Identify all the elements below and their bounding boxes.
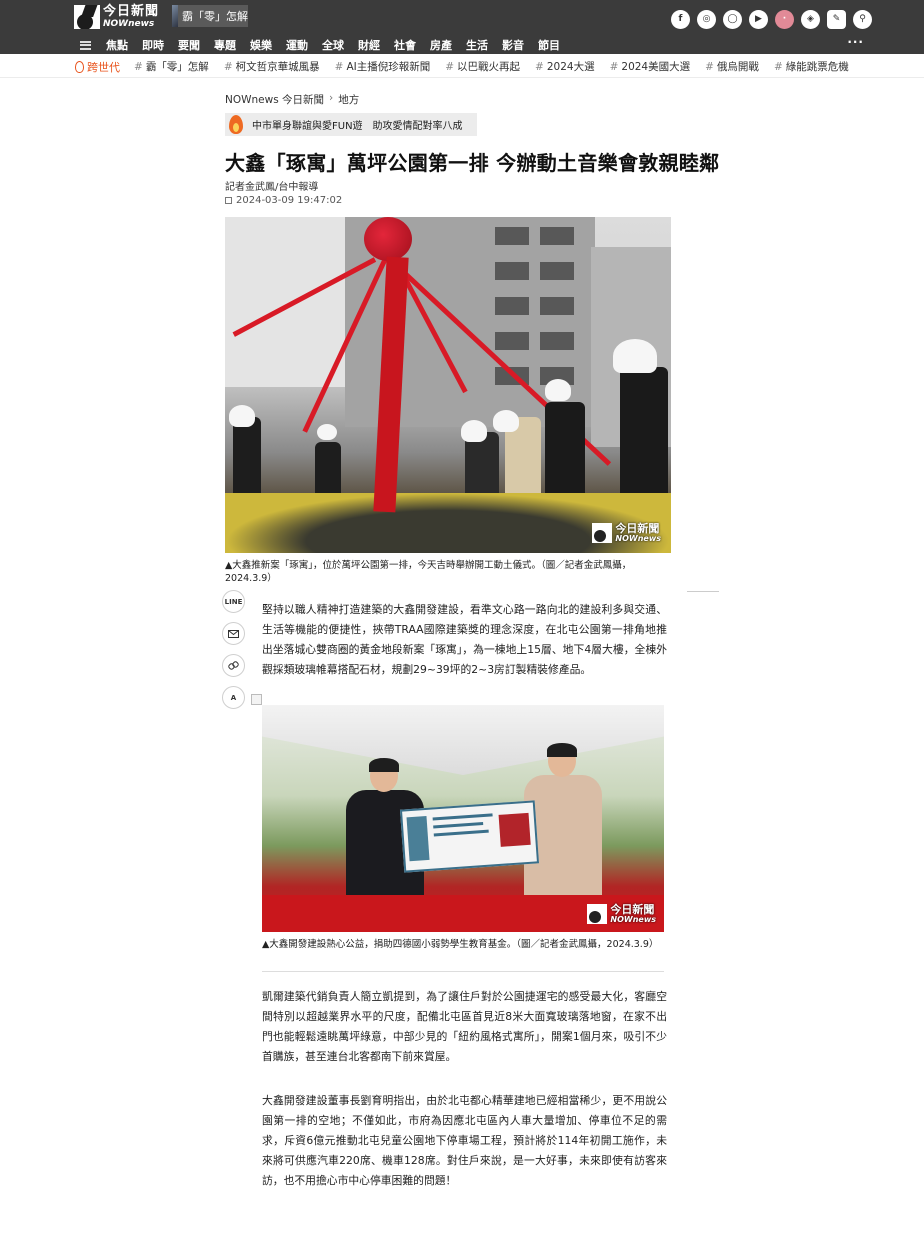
logo-en: NOWnews bbox=[103, 19, 155, 29]
hashtag-bar: 跨世代 # 霸「零」怎解 # 柯文哲京華城風暴 # AI主播倪珍報新聞 # 以巴戰火再起… bbox=[0, 54, 924, 78]
main-nav: 焦點 即時 要聞 專題 娛樂 運動 全球 財經 社會 房產 生活 影音 節目 bbox=[80, 37, 574, 53]
nav-item-latest[interactable]: 即時 bbox=[142, 37, 164, 53]
event-banner-text: 中市單身聯誼與愛FUN遊 助攻愛情配對率八成 bbox=[252, 121, 463, 132]
notes-icon[interactable]: ✎ bbox=[827, 10, 846, 29]
hashtag-item[interactable]: #2024大選 bbox=[535, 59, 595, 74]
tag-brand-label: 跨世代 bbox=[87, 61, 120, 74]
email-share-button[interactable] bbox=[222, 622, 245, 645]
link-icon bbox=[228, 661, 239, 670]
photo1-caption: ▲大鑫推新案「琢寓」，位於萬坪公園第一排，今天吉時舉辦開工動土儀式。（圖／記者金… bbox=[225, 560, 632, 584]
header-promo[interactable]: 霸「零」怎解 bbox=[172, 5, 248, 27]
logo-cn: 今日新聞 bbox=[103, 4, 160, 19]
site-logo[interactable]: 今日新聞 NOWnews bbox=[74, 4, 160, 30]
nav-item-video[interactable]: 影音 bbox=[502, 37, 524, 53]
promo-text: 霸「零」怎解 bbox=[182, 10, 248, 23]
breadcrumb: NOWnews 今日新聞 › 地方 bbox=[225, 92, 359, 107]
copy-link-button[interactable] bbox=[222, 654, 245, 677]
article-headline: 大鑫「琢寓」萬坪公園第一排 今辦動土音樂會敦親睦鄰 bbox=[225, 151, 720, 175]
nav-item-sports[interactable]: 運動 bbox=[286, 37, 308, 53]
expand-icon[interactable] bbox=[251, 694, 262, 705]
nav-item-property[interactable]: 房產 bbox=[430, 37, 452, 53]
mail-icon bbox=[228, 629, 239, 638]
nav-more-button[interactable]: ··· bbox=[847, 35, 864, 49]
breadcrumb-home[interactable]: NOWnews 今日新聞 bbox=[225, 92, 324, 107]
line-share-button[interactable]: LINE bbox=[222, 590, 245, 613]
tag-brand[interactable]: 跨世代 bbox=[75, 59, 120, 75]
clock-icon bbox=[225, 197, 232, 204]
article-photo-groundbreaking[interactable]: 今日新聞 NOWnews bbox=[225, 217, 671, 553]
nav-item-focus[interactable]: 焦點 bbox=[106, 37, 128, 53]
nav-item-finance[interactable]: 財經 bbox=[358, 37, 380, 53]
hashtag-item[interactable]: #2024美國大選 bbox=[610, 59, 691, 74]
chevron-right-icon[interactable]: › bbox=[840, 58, 854, 71]
tent-canopy bbox=[262, 705, 664, 775]
site-header: 今日新聞 NOWnews 霸「零」怎解 f ◎ ◯ ▶ · ◈ ✎ ⚲ 焦點 即… bbox=[0, 0, 924, 54]
event-banner[interactable]: 中市單身聯誼與愛FUN遊 助攻愛情配對率八成 bbox=[225, 113, 477, 136]
instagram-icon[interactable]: ◎ bbox=[697, 10, 716, 29]
watermark-logo-icon bbox=[587, 904, 608, 924]
chevron-left-icon[interactable]: ‹ bbox=[818, 58, 832, 71]
font-size-icon: A bbox=[230, 693, 237, 702]
hashtag-scroll: ‹ › bbox=[818, 58, 854, 71]
nav-item-features[interactable]: 專題 bbox=[214, 37, 236, 53]
article-photo-donation[interactable]: 今日新聞 NOWnews bbox=[262, 705, 664, 932]
youtube-icon[interactable]: ▶ bbox=[749, 10, 768, 29]
nav-item-programs[interactable]: 節目 bbox=[538, 37, 560, 53]
nav-item-society[interactable]: 社會 bbox=[394, 37, 416, 53]
article-paragraph: 大鑫開發建設董事長劉育明指出，由於北屯都心精華建地已經相當稀少，更不用說公園第一… bbox=[262, 1094, 667, 1187]
hashtag-item[interactable]: # 霸「零」怎解 bbox=[134, 59, 209, 74]
hashtag-item[interactable]: # AI主播倪珍報新聞 bbox=[335, 59, 431, 74]
hashtag-item[interactable]: # 柯文哲京華城風暴 bbox=[224, 59, 320, 74]
badge-icon[interactable]: ◈ bbox=[801, 10, 820, 29]
article-datetime: 2024-03-09 19:47:02 bbox=[236, 195, 343, 206]
logo-mark-icon bbox=[74, 5, 100, 29]
red-ribbon-ball bbox=[364, 217, 412, 261]
search-icon[interactable]: ⚲ bbox=[853, 10, 872, 29]
divider bbox=[262, 971, 664, 972]
hashtag-item[interactable]: # 以巴戰火再起 bbox=[445, 59, 520, 74]
divider bbox=[687, 591, 719, 592]
photo2-caption: ▲大鑫開發建設熱心公益，捐助四德國小弱勢學生教育基金。（圖／記者金武鳳攝，202… bbox=[262, 939, 659, 950]
photo-watermark: 今日新聞 NOWnews bbox=[587, 904, 656, 924]
menu-icon[interactable] bbox=[80, 40, 91, 50]
hashtag-list: # 霸「零」怎解 # 柯文哲京華城風暴 # AI主播倪珍報新聞 # 以巴戰火再起 #20… bbox=[134, 59, 864, 74]
app-icon[interactable]: · bbox=[775, 10, 794, 29]
article-paragraph: 堅持以職人精神打造建築的大鑫開發建設，看準文心路一路向北的建設利多與交通、生活等… bbox=[262, 603, 667, 676]
breadcrumb-separator: › bbox=[329, 92, 334, 104]
article-dateline: 2024-03-09 19:47:02 bbox=[225, 195, 342, 206]
breadcrumb-section[interactable]: 地方 bbox=[338, 92, 359, 107]
nav-item-entertainment[interactable]: 娛樂 bbox=[250, 37, 272, 53]
promo-thumbnail bbox=[172, 5, 178, 27]
hashtag-item[interactable]: # 俄烏開戰 bbox=[705, 59, 759, 74]
line-icon[interactable]: ◯ bbox=[723, 10, 742, 29]
flame-icon bbox=[227, 113, 245, 136]
watermark-logo-icon bbox=[592, 523, 613, 543]
nav-item-global[interactable]: 全球 bbox=[322, 37, 344, 53]
article-byline: 記者金武鳳/台中報導 bbox=[225, 182, 319, 193]
nav-item-life[interactable]: 生活 bbox=[466, 37, 488, 53]
facebook-icon[interactable]: f bbox=[671, 10, 690, 29]
font-size-button[interactable]: A bbox=[222, 686, 245, 709]
photo-watermark: 今日新聞 NOWnews bbox=[592, 523, 661, 543]
donation-board bbox=[399, 800, 540, 873]
nav-item-headlines[interactable]: 要聞 bbox=[178, 37, 200, 53]
article-paragraph: 凱爾建築代銷負責人簡立凱提到，為了讓住戶對於公園捷運宅的感受最大化，客廳空間特別… bbox=[262, 990, 667, 1063]
social-links: f ◎ ◯ ▶ · ◈ ✎ ⚲ bbox=[671, 10, 872, 29]
share-toolbar: LINE A bbox=[222, 590, 245, 709]
flame-icon bbox=[75, 61, 84, 73]
